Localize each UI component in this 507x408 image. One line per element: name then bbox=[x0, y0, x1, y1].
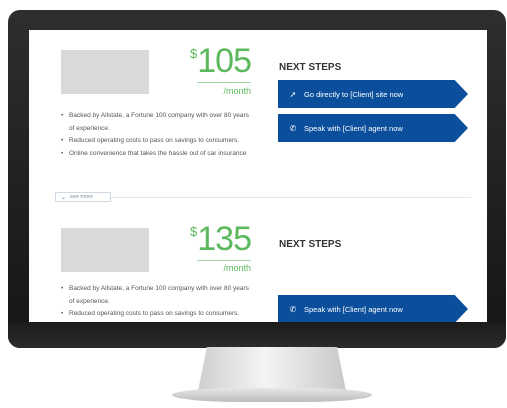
price-amount: 135 bbox=[197, 220, 252, 258]
arrow-icon: ➚ bbox=[289, 89, 297, 99]
screen: $105 /month Backed by Allstate, a Fortun… bbox=[29, 30, 487, 322]
next-steps-heading: NEXT STEPS bbox=[279, 62, 342, 73]
price-divider bbox=[197, 82, 251, 83]
next-steps-heading: NEXT STEPS bbox=[279, 239, 342, 250]
benefit-item: Backed by Allstate, a Fortune 100 compan… bbox=[61, 110, 256, 135]
benefit-list: Backed by Allstate, a Fortune 100 compan… bbox=[61, 110, 256, 160]
phone-icon: ✆ bbox=[289, 304, 297, 314]
monitor-stand bbox=[198, 347, 346, 391]
see-more-button[interactable]: ⌄ see more bbox=[55, 192, 111, 202]
price-divider bbox=[197, 260, 251, 261]
price: $135 bbox=[177, 220, 252, 259]
chevron-down-icon: ⌄ bbox=[61, 194, 67, 201]
price-period: /month bbox=[223, 86, 251, 96]
go-to-site-label: Go directly to [Client] site now bbox=[304, 89, 404, 99]
monitor-base bbox=[172, 388, 372, 402]
benefit-item: Reduced operating costs to pass on savin… bbox=[61, 135, 256, 148]
go-to-site-button[interactable]: ➚ Go directly to [Client] site now bbox=[278, 80, 468, 108]
price-amount: 105 bbox=[197, 42, 252, 80]
benefit-item: Backed by Allstate, a Fortune 100 compan… bbox=[61, 283, 256, 308]
phone-icon: ✆ bbox=[289, 123, 297, 133]
currency-symbol: $ bbox=[190, 224, 198, 239]
speak-with-agent-label: Speak with [Client] agent now bbox=[304, 123, 403, 133]
monitor-chin bbox=[8, 322, 506, 348]
see-more-label: see more bbox=[70, 194, 93, 200]
price-period: /month bbox=[223, 263, 251, 273]
offer-divider bbox=[111, 197, 471, 198]
speak-with-agent-button[interactable]: ✆ Speak with [Client] agent now bbox=[278, 114, 468, 142]
benefit-list: Backed by Allstate, a Fortune 100 compan… bbox=[61, 283, 256, 321]
currency-symbol: $ bbox=[190, 46, 198, 61]
speak-with-agent-label: Speak with [Client] agent now bbox=[304, 304, 403, 314]
speak-with-agent-button[interactable]: ✆ Speak with [Client] agent now bbox=[278, 295, 468, 322]
benefit-item: Online convenience that takes the hassle… bbox=[61, 148, 256, 161]
benefit-item: Reduced operating costs to pass on savin… bbox=[61, 308, 256, 321]
provider-logo-placeholder bbox=[61, 50, 149, 94]
provider-logo-placeholder bbox=[61, 228, 149, 272]
price: $105 bbox=[177, 42, 252, 81]
